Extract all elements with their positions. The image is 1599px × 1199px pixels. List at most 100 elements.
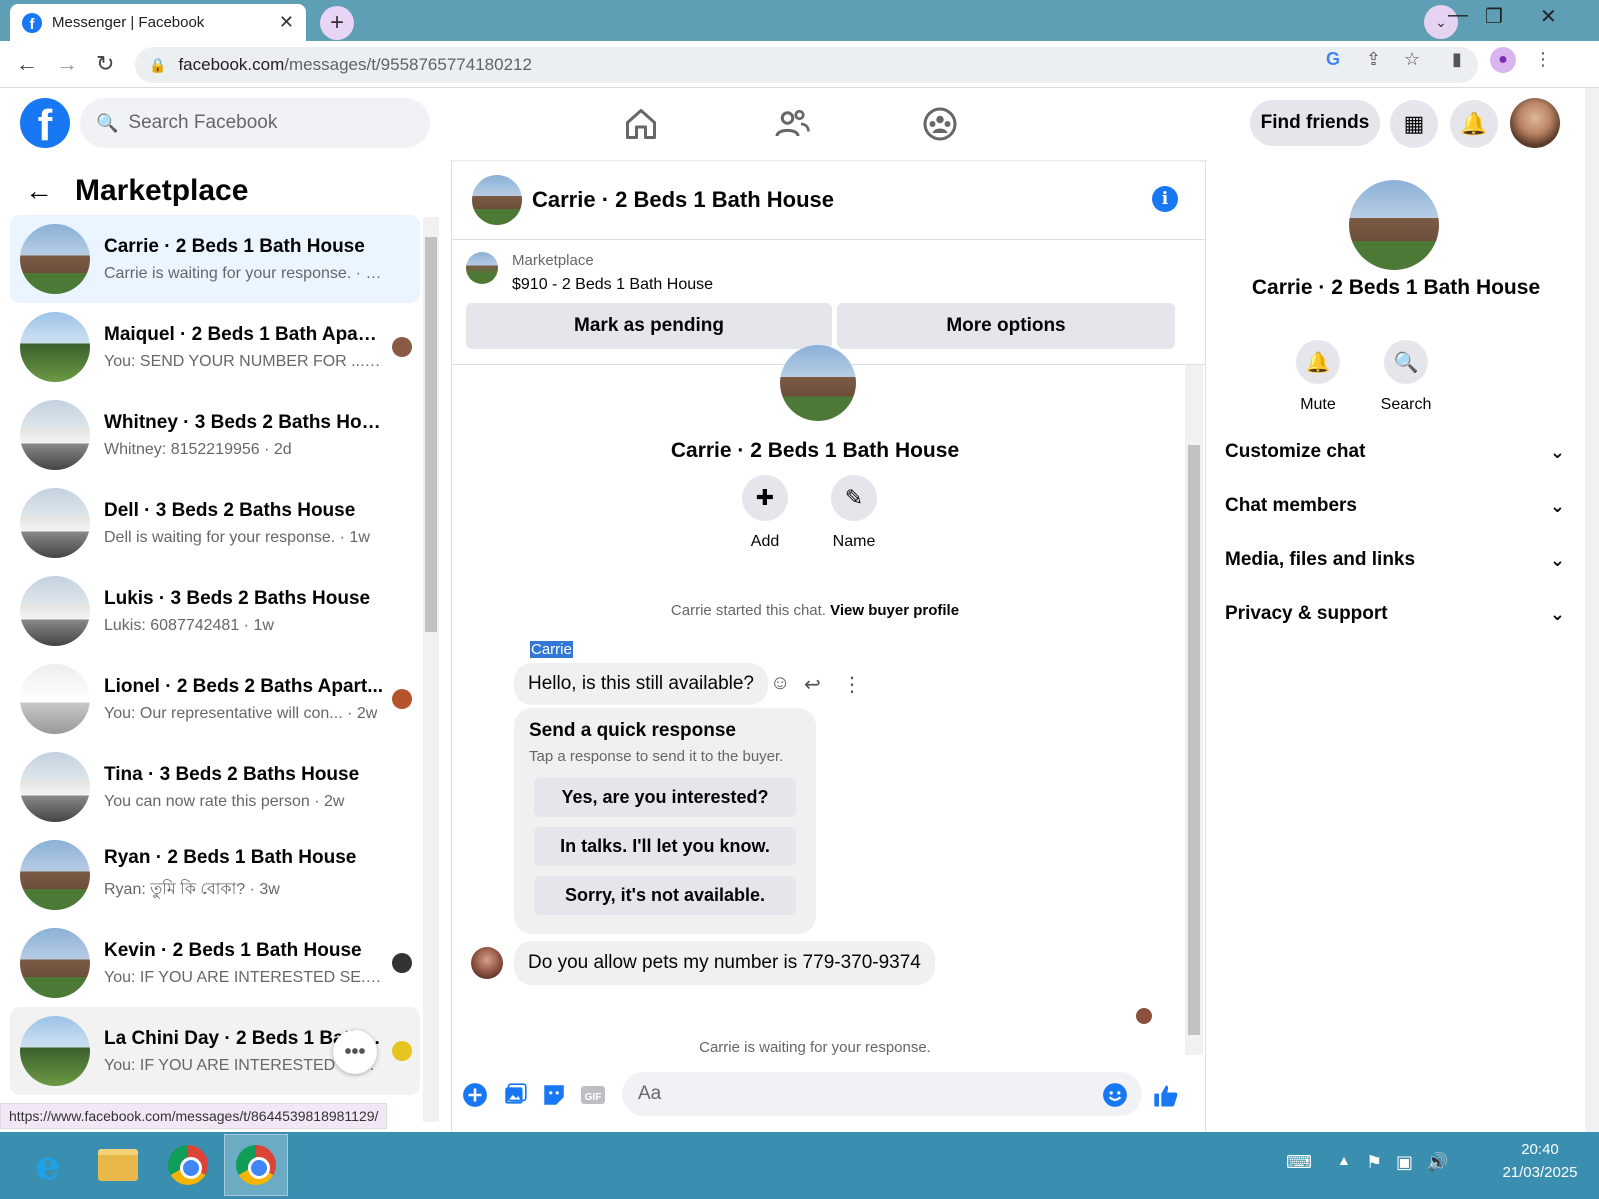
forward-arrow-icon[interactable]: →: [56, 51, 78, 77]
side-panel-icon[interactable]: ▮: [1452, 49, 1462, 70]
system-clock[interactable]: 20:40 21/03/2025: [1490, 1138, 1590, 1184]
thumbs-up-icon[interactable]: [1152, 1082, 1180, 1110]
conversation-preview: Dell is waiting for your response. · 1w: [104, 528, 370, 546]
page-scrollbar[interactable]: [1585, 88, 1599, 1132]
new-tab-button[interactable]: +: [320, 6, 354, 40]
listing-thumbnail: [20, 840, 90, 910]
conversation-item[interactable]: Tina · 3 Beds 2 Baths House You can now r…: [10, 743, 420, 831]
conversation-title: Maiquel · 2 Beds 1 Bath Apart...: [104, 323, 384, 345]
sidebar-scrollbar[interactable]: [423, 217, 439, 1122]
notifications-bell-icon[interactable]: 🔔: [1450, 100, 1498, 148]
message-more-icon[interactable]: ⋮: [842, 672, 862, 697]
chrome-active-icon[interactable]: [224, 1134, 288, 1196]
gif-icon[interactable]: GIF: [580, 1082, 606, 1108]
message-bubble[interactable]: Do you allow pets my number is 779-370-9…: [514, 941, 935, 985]
listing-thumbnail: [20, 1016, 90, 1086]
listing-thumbnail[interactable]: [466, 252, 498, 284]
home-icon[interactable]: [623, 106, 659, 142]
add-people-button[interactable]: ✚ Add: [720, 475, 810, 551]
chevron-down-icon: ⌄: [1549, 441, 1565, 462]
tab-close-icon[interactable]: ✕: [279, 12, 294, 33]
info-icon[interactable]: i: [1152, 186, 1178, 212]
find-friends-button[interactable]: Find friends: [1250, 100, 1380, 146]
mark-as-pending-button[interactable]: Mark as pending: [466, 303, 832, 349]
seen-avatar: [392, 689, 412, 709]
sender-avatar[interactable]: [471, 947, 503, 979]
conversation-item[interactable]: Dell · 3 Beds 2 Baths House Dell is waiti…: [10, 479, 420, 567]
sticker-icon[interactable]: [541, 1082, 567, 1108]
listing-thumbnail: [20, 400, 90, 470]
chat-avatar[interactable]: [472, 174, 522, 225]
conversation-item[interactable]: Lionel · 2 Beds 2 Baths Apart... You: Our…: [10, 655, 420, 743]
chat-scrollbar[interactable]: [1185, 365, 1203, 1055]
message-input[interactable]: Aa: [622, 1072, 1142, 1116]
keyboard-icon[interactable]: ⌨: [1286, 1152, 1312, 1173]
conversation-item[interactable]: Carrie · 2 Beds 1 Bath House Carrie is wa…: [10, 215, 420, 303]
message-list: Carrie · 2 Beds 1 Bath House ✚ Add ✎ Nam…: [452, 345, 1205, 1056]
show-hidden-icons-icon[interactable]: ▲: [1337, 1152, 1351, 1168]
react-smiley-icon[interactable]: ☺: [770, 672, 790, 695]
seen-avatar: [392, 953, 412, 973]
menu-grid-icon[interactable]: ▦: [1390, 100, 1438, 148]
privacy-support-section[interactable]: Privacy & support ⌄: [1225, 592, 1565, 636]
action-center-flag-icon[interactable]: ⚑: [1366, 1152, 1382, 1173]
search-in-chat-button[interactable]: 🔍 Search: [1366, 340, 1446, 414]
conversation-item[interactable]: Lukis · 3 Beds 2 Baths House Lukis: 60877…: [10, 567, 420, 655]
restore-icon[interactable]: ❐: [1485, 4, 1503, 29]
window-close-icon[interactable]: ✕: [1540, 4, 1557, 29]
emoji-icon[interactable]: [1102, 1082, 1128, 1108]
back-arrow-icon[interactable]: ←: [25, 175, 53, 207]
bookmark-star-icon[interactable]: ☆: [1404, 49, 1420, 70]
network-icon[interactable]: ▣: [1396, 1152, 1413, 1173]
facebook-logo-icon[interactable]: f: [20, 98, 70, 148]
reply-arrow-icon[interactable]: ↩: [804, 672, 821, 697]
groups-icon[interactable]: [922, 106, 958, 142]
url-path: /messages/t/9558765774180212: [284, 55, 532, 74]
google-icon[interactable]: G: [1326, 49, 1340, 70]
listing-price[interactable]: $910 - 2 Beds 1 Bath House: [512, 276, 713, 294]
address-toolbar: ← → ↻ 🔒 facebook.com/messages/t/95587657…: [0, 41, 1599, 88]
media-files-links-section[interactable]: Media, files and links ⌄: [1225, 538, 1565, 582]
account-avatar[interactable]: [1510, 98, 1560, 148]
volume-icon[interactable]: 🔊: [1426, 1152, 1448, 1173]
chat-title[interactable]: Carrie · 2 Beds 1 Bath House: [532, 187, 834, 213]
chat-members-section[interactable]: Chat members ⌄: [1225, 484, 1565, 528]
conversation-preview: Whitney: 8152219956 · 2d: [104, 440, 292, 458]
customize-chat-section[interactable]: Customize chat ⌄: [1225, 430, 1565, 474]
conversation-title: Lukis · 3 Beds 2 Baths House: [104, 587, 371, 609]
facebook-search-input[interactable]: 🔍 Search Facebook: [80, 98, 430, 148]
browser-menu-icon[interactable]: ⋮: [1534, 49, 1552, 70]
friends-icon[interactable]: [774, 106, 810, 142]
message-bubble[interactable]: Hello, is this still available?: [514, 663, 768, 705]
file-explorer-icon[interactable]: [86, 1134, 150, 1196]
more-options-button[interactable]: More options: [837, 303, 1175, 349]
minimize-icon[interactable]: —: [1448, 4, 1468, 27]
chrome-icon[interactable]: [156, 1134, 220, 1196]
profile-icon[interactable]: ●: [1490, 47, 1516, 73]
conversation-item[interactable]: Kevin · 2 Beds 1 Bath House You: IF YOU A…: [10, 919, 420, 1007]
share-icon[interactable]: ⇪: [1366, 49, 1381, 70]
plus-circle-icon[interactable]: [462, 1082, 488, 1108]
name-chat-button[interactable]: ✎ Name: [809, 475, 899, 551]
reload-icon[interactable]: ↻: [96, 51, 114, 77]
quick-reply-button[interactable]: Yes, are you interested?: [534, 778, 796, 817]
quick-reply-button[interactable]: Sorry, it's not available.: [534, 876, 796, 915]
scrollbar-thumb[interactable]: [425, 237, 437, 632]
conversation-item[interactable]: Ryan · 2 Beds 1 Bath House Ryan: তুমি কি …: [10, 831, 420, 919]
url-bar[interactable]: 🔒 facebook.com/messages/t/95587657741802…: [135, 47, 1478, 83]
section-label: Media, files and links: [1225, 549, 1416, 570]
more-options-dots-icon[interactable]: •••: [333, 1030, 377, 1074]
conversation-item[interactable]: Whitney · 3 Beds 2 Baths House Whitney: 8…: [10, 391, 420, 479]
browser-tab[interactable]: f Messenger | Facebook ✕: [10, 4, 306, 41]
tab-title: Messenger | Facebook: [52, 14, 205, 31]
conversation-item[interactable]: Maiquel · 2 Beds 1 Bath Apart... You: SEN…: [10, 303, 420, 391]
back-arrow-icon[interactable]: ←: [16, 51, 38, 77]
view-buyer-profile-link[interactable]: View buyer profile: [830, 602, 959, 619]
mute-button[interactable]: 🔔 Mute: [1278, 340, 1358, 414]
facebook-header: f 🔍 Search Facebook Find friends ▦ 🔔: [0, 88, 1585, 160]
internet-explorer-icon[interactable]: e: [16, 1134, 80, 1196]
quick-reply-button[interactable]: In talks. I'll let you know.: [534, 827, 796, 866]
scrollbar-thumb[interactable]: [1188, 445, 1200, 1035]
photo-icon[interactable]: [502, 1082, 528, 1108]
lock-icon: 🔒: [149, 56, 167, 73]
